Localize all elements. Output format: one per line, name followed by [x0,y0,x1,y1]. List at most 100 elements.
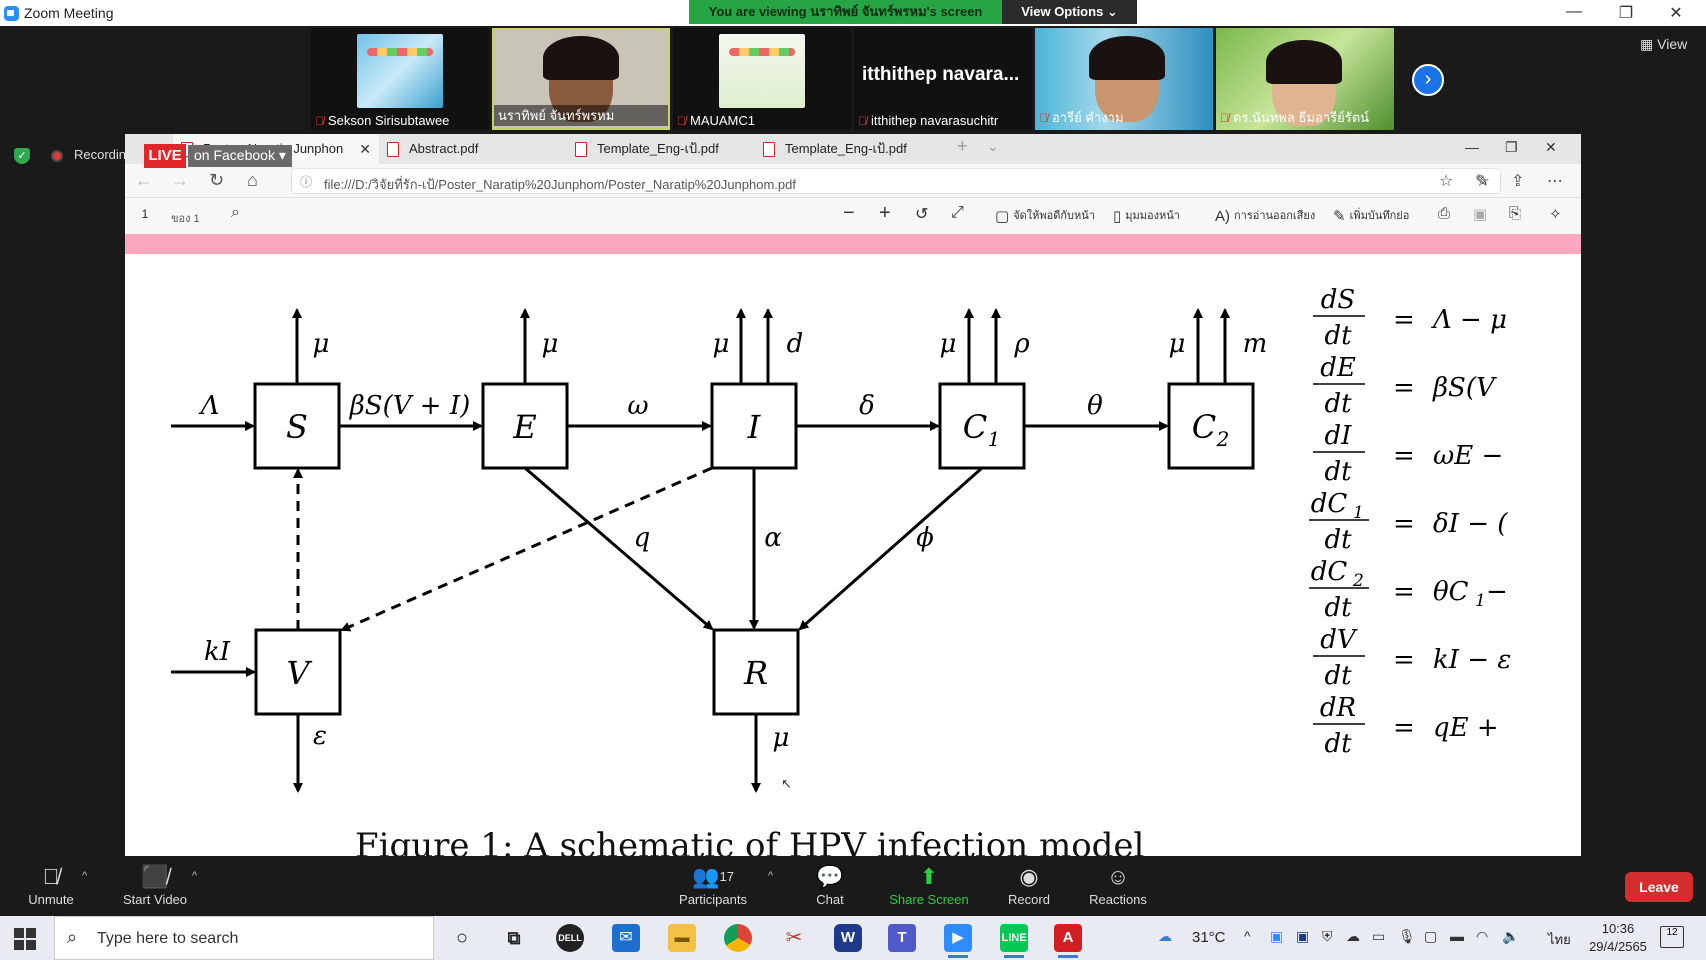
acrobat-icon[interactable]: A [1054,924,1082,958]
minimize-button[interactable]: — [1554,3,1594,21]
chat-button[interactable]: 💬 Chat [806,862,854,907]
battery-icon[interactable]: ▬ [1450,928,1464,944]
tab-template-2[interactable]: Template_Eng-เป้.pdf [755,134,931,164]
file-explorer-icon[interactable]: ▬ [668,924,696,952]
view-layout-button[interactable]: ▦ View [1640,36,1687,53]
meet-now-icon[interactable]: ▢ [1424,928,1437,945]
browser-minimize-button[interactable]: — [1465,139,1479,155]
clock[interactable]: 10:36 29/4/2565 [1588,920,1648,956]
share-icon[interactable]: ⇪ [1511,171,1524,191]
microphone-tray-icon[interactable]: 🎙 [1398,928,1416,945]
cortana-circle-icon[interactable]: ○ [448,924,476,952]
browser-close-button[interactable]: ✕ [1545,139,1557,156]
start-video-button[interactable]: ⬛̸ Start Video [112,862,198,907]
wifi-icon[interactable]: ◠ [1476,928,1488,945]
leave-meeting-button[interactable]: Leave [1625,872,1693,902]
view-options-button[interactable]: View Options ⌄ [1002,0,1137,24]
next-participants-arrow-icon[interactable]: › [1412,64,1444,96]
input-language-indicator[interactable]: ไทย [1548,929,1571,950]
print-icon[interactable]: ⎙ [1438,205,1450,222]
rate-label-mu-S: μ [313,329,330,359]
new-tab-plus-icon[interactable]: + [957,136,968,157]
show-hidden-icons-chevron-icon[interactable]: ^ [1244,928,1251,944]
snipping-tool-icon[interactable]: ✂ [780,924,808,952]
back-arrow-icon[interactable]: ← [135,170,153,191]
dell-icon[interactable]: DELL [556,924,584,952]
restore-button[interactable]: ❐ [1606,3,1646,23]
participant-tile[interactable]: 🎙̸ MAUAMC1 [673,28,851,130]
fit-page-button[interactable]: ▢ จัดให้พอดีกับหน้า [995,206,1095,225]
rate-label-theta: θ [1087,391,1103,421]
refresh-icon[interactable]: ↻ [209,170,224,191]
participant-tile[interactable]: 🎙̸ ดร.นันทพล ธีมอารีย์รัตน์ [1216,28,1394,130]
page-view-button[interactable]: ▯ มุมมองหน้า [1113,206,1180,225]
participants-button[interactable]: 👥17 Participants [668,862,758,907]
read-aloud-button[interactable]: A) การอ่านออกเสียง [1215,206,1315,225]
share-screen-button[interactable]: ⬆ Share Screen [886,862,972,907]
participant-tile[interactable]: 🎙̸ อารีย์ คำงาม [1035,28,1213,130]
participant-tile[interactable]: itthithep navara... 🎙̸ itthithep navarasu… [854,28,1032,130]
home-icon[interactable]: ⌂ [247,170,258,191]
compartment-label-C2: C [1192,408,1216,446]
live-badge[interactable]: LIVE [144,144,186,168]
participants-options-caret-icon[interactable]: ^ [768,870,773,882]
live-target-label: on Facebook [194,147,275,163]
line-app-icon[interactable]: LINE [1000,924,1028,958]
task-view-icon[interactable]: ⧉ [500,924,528,952]
zoom-tray-icon[interactable]: ▣ [1270,928,1283,945]
webex-icon[interactable]: W [834,924,862,952]
browser-restore-button[interactable]: ❐ [1505,139,1518,156]
video-options-caret-icon[interactable]: ^ [192,870,197,882]
device-tray-icon[interactable]: ▭ [1372,928,1385,945]
zoom-in-icon[interactable]: + [879,202,891,225]
zoom-taskbar-icon[interactable]: ▶ [944,924,972,958]
tab-list-chevron-icon[interactable]: ⌄ [987,138,999,155]
forward-arrow-icon[interactable]: → [171,170,189,191]
taskbar-search-box[interactable]: ⌕ Type here to search [54,916,434,960]
mail-icon[interactable]: ✉ [612,924,640,952]
reactions-button[interactable]: ☺ Reactions [1084,862,1152,907]
close-tab-icon[interactable]: ✕ [359,134,371,164]
security-tray-icon[interactable]: ⛨ [1322,928,1333,945]
chrome-icon[interactable] [724,924,752,952]
save-icon[interactable]: ▣ [1473,205,1487,223]
fullscreen-icon[interactable]: ⤢ [951,204,964,222]
audio-options-caret-icon[interactable]: ^ [82,870,87,882]
rate-label-rho: ρ [1013,329,1030,359]
pin-toolbar-icon[interactable]: ✧ [1549,205,1562,223]
hpv-model-diagram: S E I C 1 C 2 V R Λ βS(V + I) ω δ θ kI μ… [171,285,1511,793]
participant-tile[interactable]: 🎙̸ Sekson Sirisubtawee [311,28,489,130]
record-button[interactable]: ◉ Record [1004,862,1054,907]
eq-sign: = [1393,577,1415,607]
page-number-input[interactable]: 1 [133,207,157,227]
save-as-icon[interactable]: ⎘ [1509,205,1521,222]
zoom-out-icon[interactable]: − [843,202,855,225]
page-view-icon: ▯ [1113,208,1122,226]
eq-rhs: Λ − μ [1431,305,1507,335]
url-field[interactable]: ⓘ file:///D:/วิจัยที่รัก-เป้/Poster_Nara… [291,168,1501,194]
onedrive-cloud-icon[interactable]: ☁ [1346,928,1360,945]
weather-temperature[interactable]: 31°C [1192,929,1226,946]
notification-center-icon[interactable]: 12 [1660,926,1684,948]
webex-tray-icon[interactable]: ▣ [1296,928,1309,945]
info-icon[interactable]: ⓘ [300,173,312,190]
encryption-shield-icon[interactable]: ✓ [14,148,30,164]
windows-start-icon[interactable] [14,928,36,950]
page-view-label: มุมมองหน้า [1125,210,1180,222]
pen-icon[interactable]: ✎ [1475,171,1488,191]
search-icon[interactable]: ⌕ [231,204,240,222]
eq-denominator: dt [1324,457,1352,487]
clock-time: 10:36 [1601,921,1635,936]
tab-abstract[interactable]: Abstract.pdf [379,134,555,164]
more-menu-icon[interactable]: ⋯ [1547,171,1563,191]
teams-icon[interactable]: T [888,924,916,952]
favorites-icon[interactable]: ☆ [1439,171,1453,191]
volume-speaker-icon[interactable]: 🔈 [1502,928,1519,945]
tab-template-1[interactable]: Template_Eng-เป้.pdf [567,134,743,164]
live-on-facebook-dropdown[interactable]: on Facebook ▾ [188,145,292,167]
close-window-button[interactable]: ✕ [1656,3,1696,23]
unmute-button[interactable]: 🎙̸ Unmute [20,862,82,907]
participant-tile-active-speaker[interactable]: นราทิพย์ จันทร์พรหม [492,28,670,130]
add-note-button[interactable]: ✎ เพิ่มบันทึกย่อ [1333,206,1409,225]
rotate-icon[interactable]: ↺ [915,204,928,224]
